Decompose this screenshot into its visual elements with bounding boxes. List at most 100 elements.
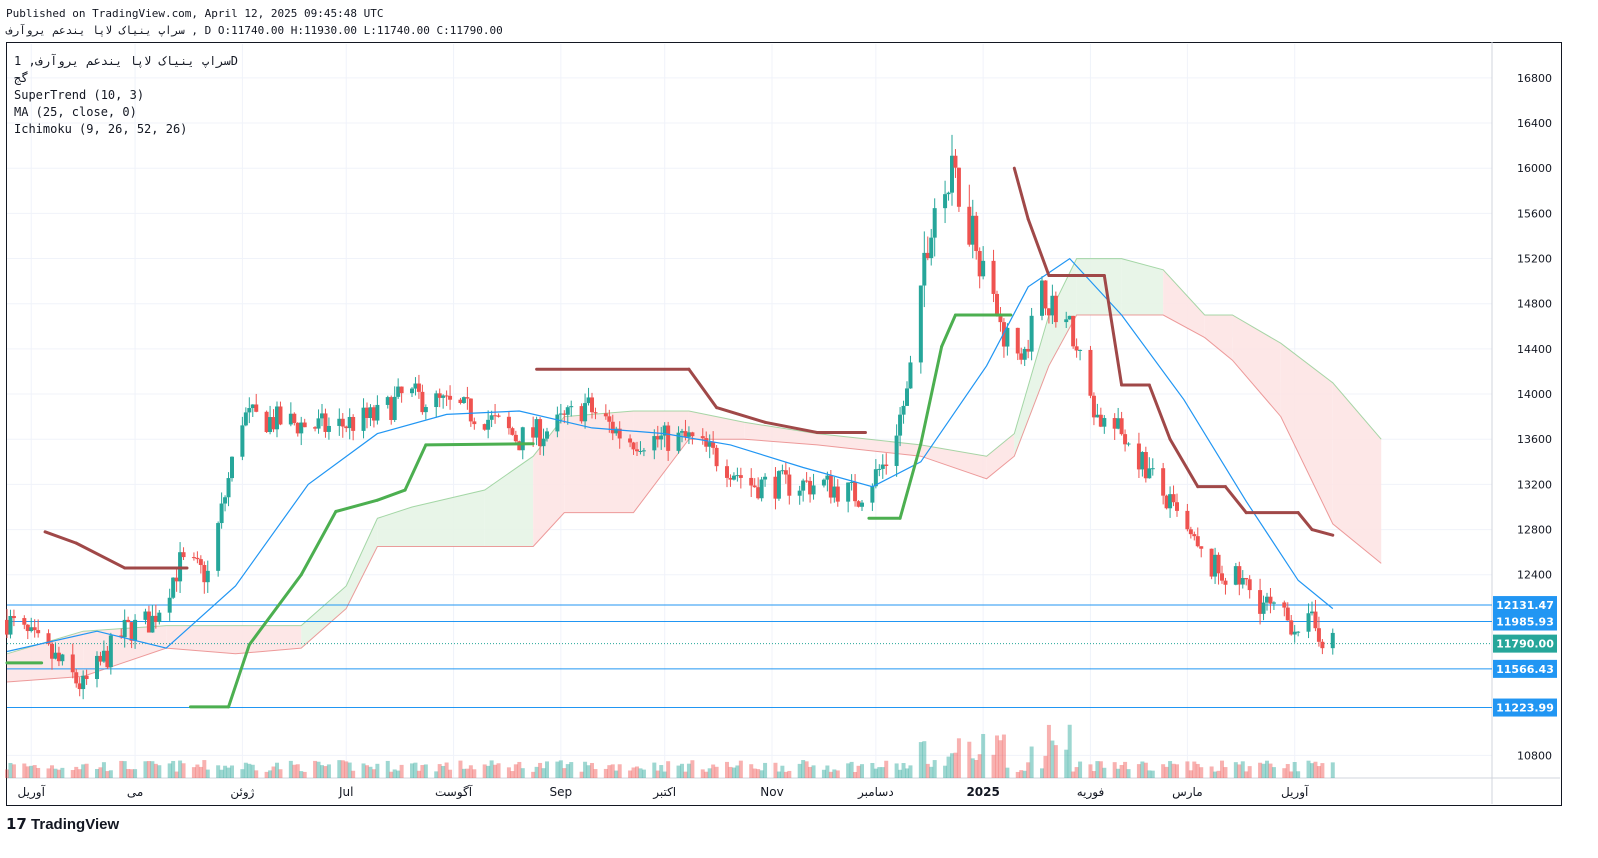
volume-bar (50, 765, 54, 778)
volume-bar (1095, 761, 1100, 778)
volume-bar (714, 766, 719, 778)
volume-bar (410, 763, 414, 778)
volume-bar (98, 767, 103, 778)
volume-bar (998, 740, 1003, 778)
volume-bar (420, 765, 425, 778)
volume-bar (1175, 764, 1179, 778)
volume-bar (628, 770, 633, 778)
candle-body (337, 418, 342, 426)
volume-bar (150, 761, 155, 778)
volume-bar (465, 768, 470, 778)
volume-bar (84, 763, 89, 778)
candle-body (1150, 468, 1155, 470)
volume-bar (1237, 764, 1242, 778)
time-tick: آوریل (18, 784, 46, 800)
candle-body (832, 486, 837, 498)
volume-bar (202, 760, 207, 778)
candle-body (783, 470, 788, 475)
volume-bar (1005, 767, 1010, 778)
volume-bar (1213, 771, 1218, 778)
candle-body (635, 449, 639, 452)
cloud-segment (633, 411, 689, 513)
candle-body (420, 391, 425, 413)
candle-body (247, 408, 252, 413)
volume-bar (880, 767, 885, 778)
cloud-segment (1121, 258, 1164, 316)
volume-bar (956, 738, 961, 778)
candle-body (801, 480, 806, 491)
volume-bar (1330, 762, 1335, 778)
volume-bar (541, 768, 546, 778)
volume-bar (977, 754, 982, 778)
supertrend-segment (919, 345, 944, 446)
volume-bar (981, 733, 986, 778)
volume-bar (1112, 762, 1117, 778)
volume-bar (1150, 770, 1155, 778)
volume-bar (974, 760, 979, 778)
volume-bar (801, 760, 806, 778)
volume-bar (763, 762, 768, 778)
volume-bar (247, 763, 252, 778)
candle-body (956, 167, 961, 207)
candle-body (133, 619, 138, 641)
tradingview-logo[interactable]: 𝟭𝟳 TradingView (6, 815, 119, 833)
volume-bar (943, 765, 948, 778)
volume-bar (129, 769, 134, 778)
volume-bar (922, 741, 927, 778)
volume-bar (569, 762, 574, 778)
candle-body (607, 416, 612, 422)
candle-body (340, 418, 345, 427)
candle-body (1136, 443, 1141, 470)
volume-bar (711, 764, 716, 778)
candle-body (230, 456, 234, 479)
candle-body (652, 436, 657, 451)
volume-bar (25, 766, 30, 778)
volume-bar (860, 764, 864, 778)
volume-bar (534, 766, 539, 778)
candle-body (143, 611, 148, 620)
volume-bar (461, 768, 466, 778)
candle-body (323, 413, 328, 432)
volume-bar (437, 764, 442, 778)
candle-body (489, 415, 494, 420)
candle-body (74, 672, 79, 684)
time-tick: آوریل (1281, 784, 1309, 800)
volume-bar (53, 768, 58, 778)
candle-body (496, 415, 501, 417)
volume-bar (119, 760, 124, 778)
time-tick: 2025 (966, 785, 999, 799)
tradingview-logo-icon: 𝟭𝟳 (6, 816, 32, 833)
volume-bar (932, 760, 937, 778)
volume-bar (1261, 763, 1266, 778)
volume-bar (288, 760, 293, 778)
candle-body (1285, 607, 1290, 621)
candle-body (974, 215, 979, 252)
time-tick: Nov (760, 785, 783, 799)
price-tick: 12800 (1517, 524, 1552, 537)
candle-body (1098, 414, 1103, 427)
volume-bar (1161, 764, 1166, 778)
volume-bar (1258, 762, 1263, 778)
volume-bar (1216, 770, 1221, 778)
candle-body (1237, 566, 1242, 585)
candle-body (101, 650, 106, 662)
volume-bar (538, 762, 543, 778)
volume-bar (29, 765, 34, 778)
candle-body (898, 414, 903, 436)
volume-bar (565, 764, 570, 778)
volume-bar (1247, 766, 1252, 778)
price-chart[interactable]: 12131.47 11985.93 11566.43 11223.99 11790.00… (0, 0, 1598, 858)
candle-body (520, 427, 525, 451)
candle-body (396, 386, 401, 397)
candle-body (316, 418, 321, 429)
candle-body (1161, 468, 1166, 496)
candle-body (828, 475, 833, 498)
volume-bar (558, 760, 563, 778)
candle-body (849, 481, 854, 483)
candle-body (1247, 579, 1252, 591)
candle-body (11, 615, 16, 619)
volume-bar (1126, 769, 1131, 778)
volume-bar (607, 765, 612, 778)
volume-bar (846, 763, 851, 778)
supertrend-segment (403, 443, 428, 492)
